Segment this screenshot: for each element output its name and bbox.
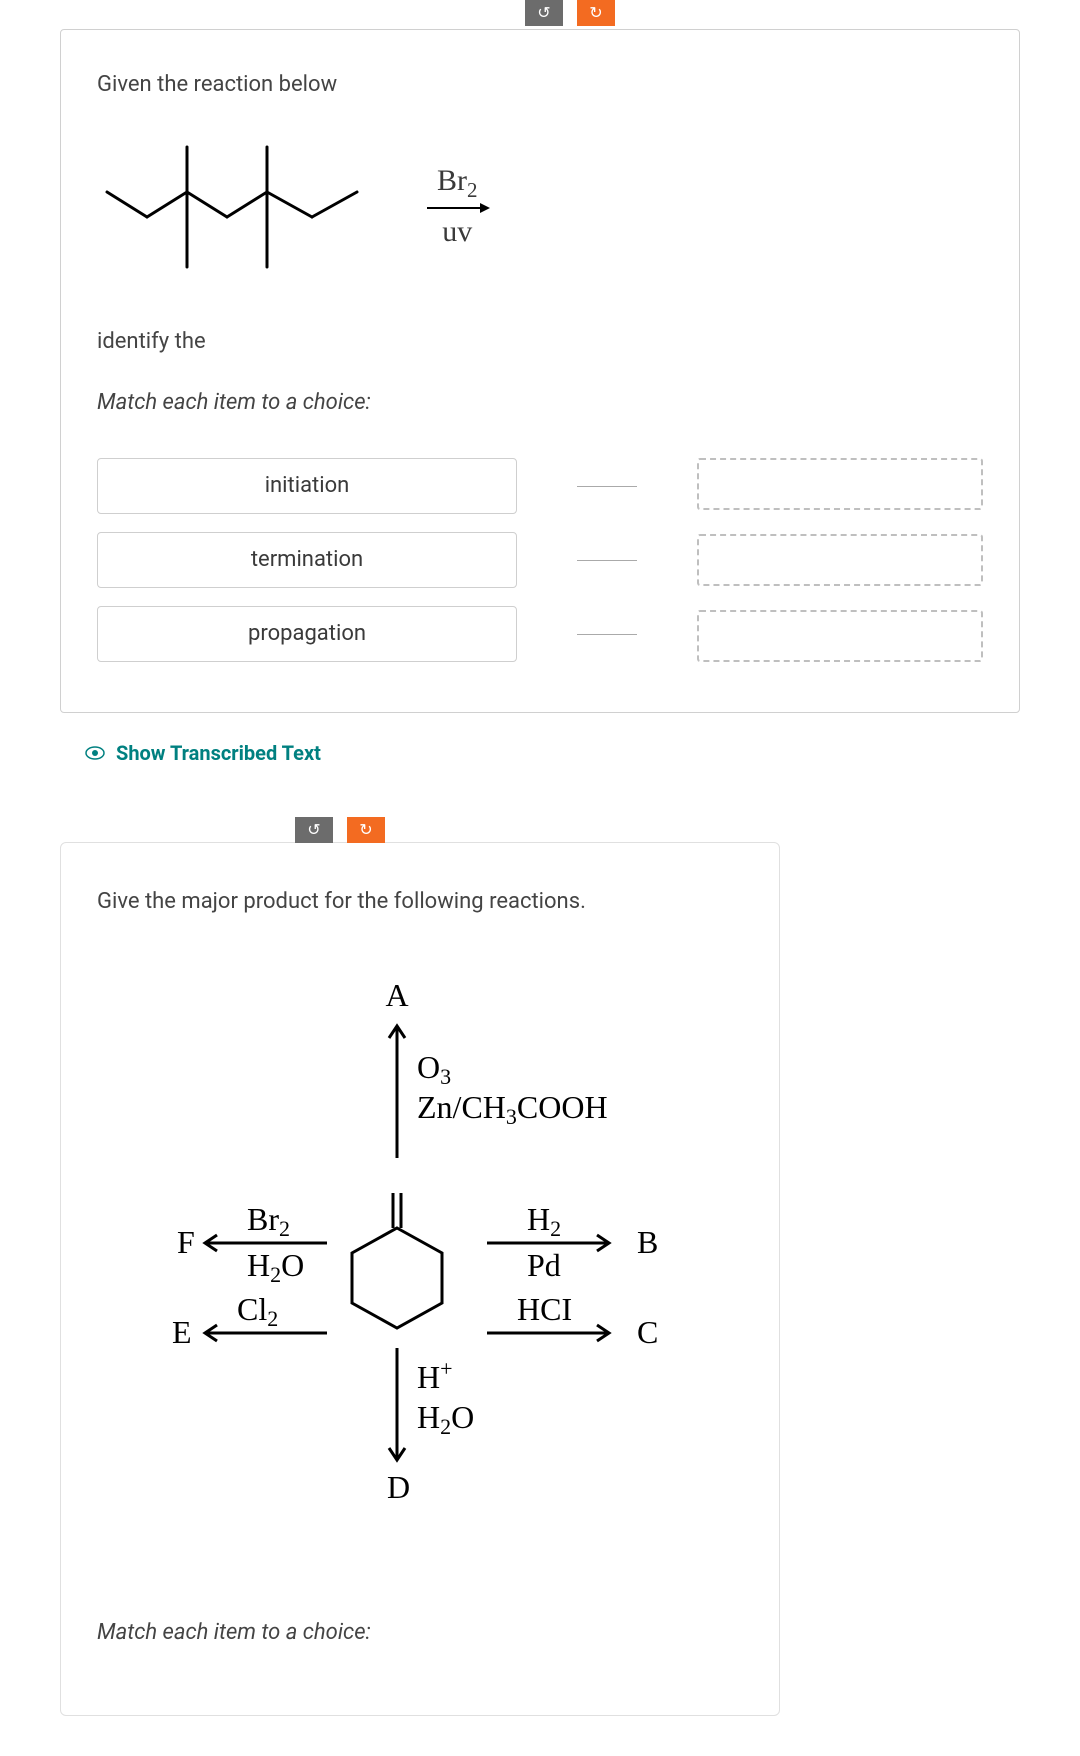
drop-zone[interactable] [697, 458, 983, 510]
label-D: D [387, 1469, 410, 1505]
reagent-H2O-bottom: H2O [417, 1399, 474, 1439]
drop-zone[interactable] [697, 610, 983, 662]
reagent-HCl: HCI [517, 1291, 572, 1327]
rotate-ccw-button[interactable]: ↺ [525, 0, 563, 26]
connector-line [577, 458, 637, 514]
matching-area-1: initiation termination propagation [97, 458, 983, 662]
eye-icon [84, 742, 106, 764]
match-item-initiation[interactable]: initiation [97, 458, 517, 514]
reagent-Hplus: H+ [417, 1356, 453, 1395]
match-instruction-1: Match each item to a choice: [97, 388, 983, 419]
reagent-H2: H2 [527, 1201, 561, 1241]
molecule-structure-icon [97, 127, 397, 287]
reagent-O3: O3 [417, 1049, 451, 1089]
identify-text: identify the [97, 327, 983, 358]
reagent-H2O-left: H2O [247, 1247, 304, 1287]
reagent-Cl2: Cl2 [237, 1291, 278, 1331]
label-A: A [385, 977, 408, 1013]
connector-line [577, 532, 637, 588]
question2-prompt: Give the major product for the following… [97, 887, 743, 918]
rotate-cw-button[interactable]: ↻ [577, 0, 615, 26]
rotate-cw-button-2[interactable]: ↻ [347, 817, 385, 843]
reagent-Pd: Pd [527, 1247, 561, 1283]
show-transcribed-link[interactable]: Show Transcribed Text [84, 739, 1020, 767]
reagent-Zn: Zn/CH3COOH [417, 1089, 608, 1129]
question-card-2: Give the major product for the following… [60, 842, 780, 1716]
drop-zone[interactable] [697, 534, 983, 586]
label-C: C [637, 1314, 658, 1350]
question1-prompt: Given the reaction below [97, 70, 983, 101]
reaction-wheel-diagram: A O3 Zn/CH3COOH H2 Pd B HCI C H+ [97, 968, 717, 1588]
match-item-termination[interactable]: termination [97, 532, 517, 588]
label-E: E [172, 1314, 192, 1350]
label-B: B [637, 1224, 658, 1260]
reaction-scheme-1: Br2 uv [97, 127, 983, 287]
connector-line [577, 606, 637, 662]
rotate-ccw-button-2[interactable]: ↺ [295, 817, 333, 843]
reagent-Br2: Br2 [247, 1201, 290, 1241]
reaction-arrow-1: Br2 uv [427, 160, 488, 253]
show-transcribed-label: Show Transcribed Text [116, 739, 321, 767]
match-item-propagation[interactable]: propagation [97, 606, 517, 662]
label-F: F [177, 1224, 195, 1260]
question-card-1: Given the reaction below Br2 uv identify… [60, 29, 1020, 713]
